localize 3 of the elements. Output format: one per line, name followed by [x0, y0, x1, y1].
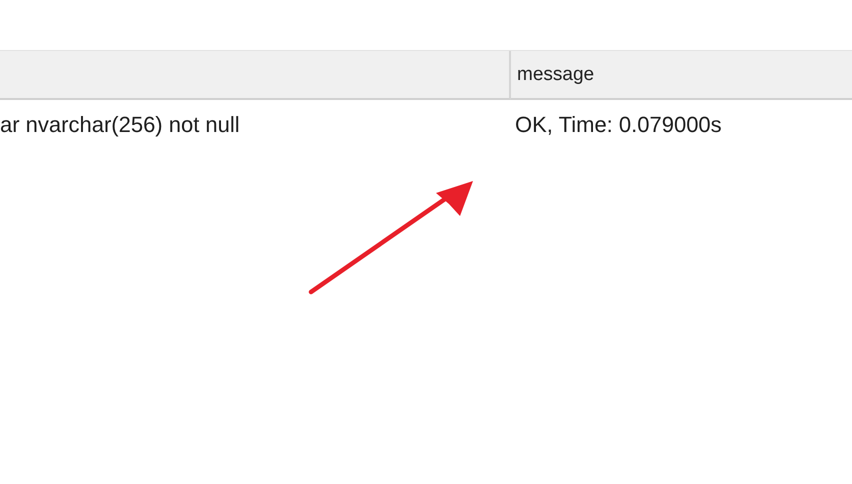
table-cell: ar nvarchar(256) not null: [0, 112, 240, 138]
table-cell: OK, Time: 0.079000s: [515, 112, 722, 138]
column-header: message: [517, 64, 594, 86]
